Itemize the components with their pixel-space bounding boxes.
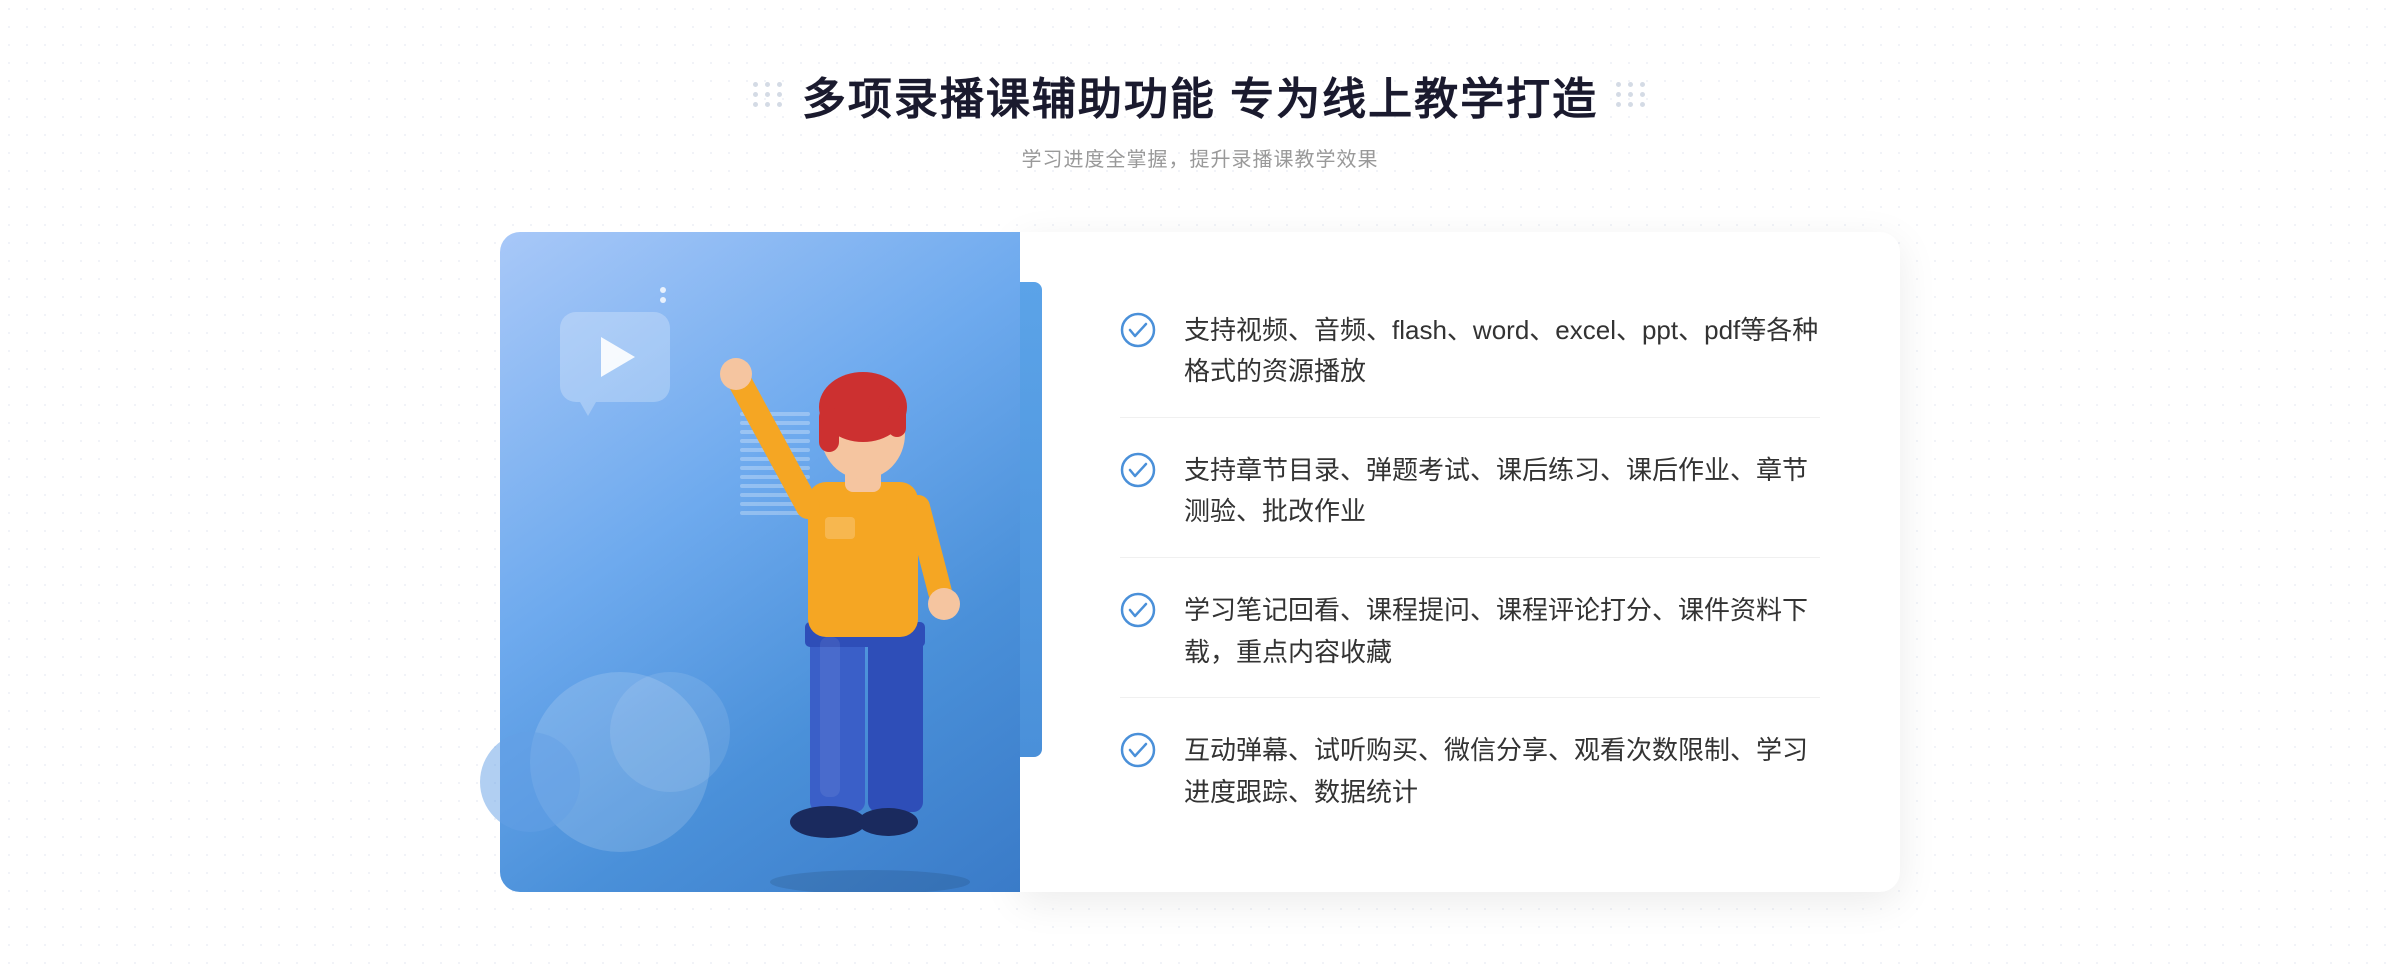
dot	[777, 82, 782, 87]
illustration-panel	[500, 232, 1020, 892]
dot	[753, 102, 758, 107]
dot	[1628, 82, 1633, 87]
dot	[765, 82, 770, 87]
check-icon-4	[1120, 732, 1156, 768]
circle-medium	[610, 672, 730, 792]
content-wrapper: 多项录播课辅助功能 专为线上教学打造 学习进度全掌握，提升录	[0, 63, 2400, 892]
dot	[1616, 92, 1621, 97]
features-panel: 支持视频、音频、flash、word、excel、ppt、pdf等各种格式的资源…	[1020, 232, 1900, 892]
dot	[753, 82, 758, 87]
dot	[1640, 82, 1645, 87]
blue-bar-decoration	[1020, 282, 1042, 757]
dot	[1628, 92, 1633, 97]
right-decorative-dots	[1616, 82, 1647, 107]
main-title: 多项录播课辅助功能 专为线上教学打造	[802, 63, 1598, 127]
person-illustration	[720, 352, 1000, 892]
check-icon-3	[1120, 592, 1156, 628]
feature-item-4: 互动弹幕、试听购买、微信分享、观看次数限制、学习进度跟踪、数据统计	[1120, 706, 1820, 837]
title-row: 多项录播课辅助功能 专为线上教学打造	[753, 63, 1647, 127]
dot	[1640, 92, 1645, 97]
feature-item-2: 支持章节目录、弹题考试、课后练习、课后作业、章节测验、批改作业	[1120, 426, 1820, 558]
dot	[753, 92, 758, 97]
feature-text-1: 支持视频、音频、flash、word、excel、ppt、pdf等各种格式的资源…	[1184, 310, 1820, 393]
feature-item-1: 支持视频、音频、flash、word、excel、ppt、pdf等各种格式的资源…	[1120, 286, 1820, 418]
main-content: »	[500, 232, 1900, 892]
check-icon-2	[1120, 452, 1156, 488]
feature-text-2: 支持章节目录、弹题考试、课后练习、课后作业、章节测验、批改作业	[1184, 450, 1820, 533]
play-bubble	[560, 312, 670, 402]
sparkle-dot	[660, 297, 666, 303]
dot	[765, 92, 770, 97]
subtitle: 学习进度全掌握，提升录播课教学效果	[1021, 143, 1378, 172]
feature-item-3: 学习笔记回看、课程提问、课程评论打分、课件资料下载，重点内容收藏	[1120, 566, 1820, 698]
dot	[1628, 102, 1633, 107]
sparkle-decoration	[660, 287, 666, 303]
feature-text-3: 学习笔记回看、课程提问、课程评论打分、课件资料下载，重点内容收藏	[1184, 590, 1820, 673]
sparkle-dot	[660, 287, 666, 293]
check-icon-1	[1120, 312, 1156, 348]
play-icon	[601, 337, 635, 377]
left-decorative-dots	[753, 82, 784, 107]
bottom-circle-decoration	[480, 732, 580, 832]
dot	[1616, 82, 1621, 87]
dot	[765, 102, 770, 107]
header-section: 多项录播课辅助功能 专为线上教学打造 学习进度全掌握，提升录	[753, 63, 1647, 172]
dot	[1640, 102, 1645, 107]
dot	[777, 92, 782, 97]
dot	[777, 102, 782, 107]
page-container: 多项录播课辅助功能 专为线上教学打造 学习进度全掌握，提升录	[0, 0, 2400, 974]
feature-text-4: 互动弹幕、试听购买、微信分享、观看次数限制、学习进度跟踪、数据统计	[1184, 730, 1820, 813]
dot	[1616, 102, 1621, 107]
